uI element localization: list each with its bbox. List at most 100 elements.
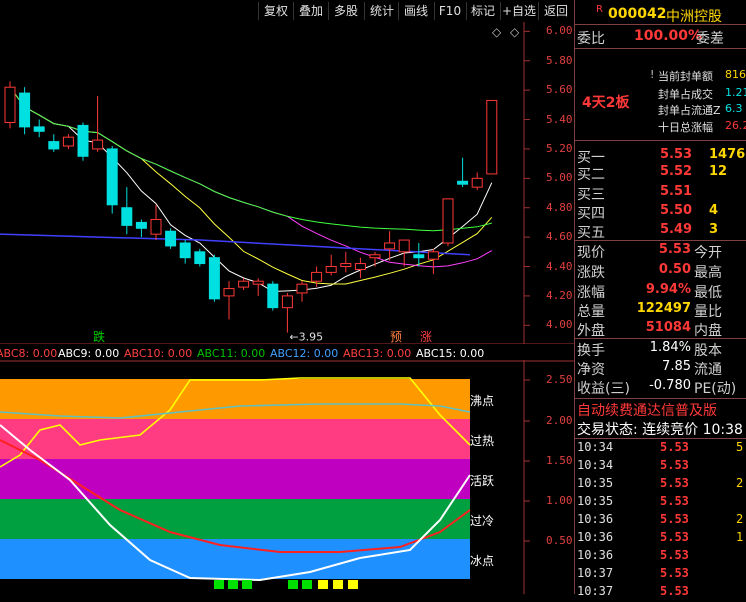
zone-label-2: 活跃 [470, 474, 494, 488]
candle-body [92, 139, 104, 150]
tick-time: 10:34 [577, 458, 614, 472]
candle-body [398, 239, 410, 253]
order-vol: 4 [709, 203, 719, 218]
tick-time: 10:37 [577, 584, 614, 598]
signal-square [242, 580, 252, 589]
candle-body [77, 124, 89, 157]
quote2-label2: PE(动) [694, 381, 737, 397]
quote2-label: 收益(三) [577, 381, 630, 397]
order-price: 5.51 [660, 184, 693, 199]
toolbar-btn-8[interactable]: 返回 [538, 2, 573, 20]
price-tick: 4.60 [546, 230, 573, 244]
zone-label-1: 过热 [470, 434, 494, 448]
tick-price: 5.53 [660, 548, 689, 562]
ind-axis-tick: 1.00 [546, 494, 573, 507]
divider [574, 48, 746, 49]
quote-value: 5.53 [658, 242, 691, 257]
legend-item-0: ABC8: 0.00 [0, 347, 58, 360]
price-tick: 6.00 [546, 24, 573, 38]
weibi-value: 100.00% [634, 28, 703, 44]
order-row[interactable]: 买一5.5314763 [574, 147, 746, 166]
tick-price: 5.53 [660, 494, 689, 508]
order-row[interactable]: 买四 5.50 4 [574, 203, 746, 222]
quote-label: 涨跌 [577, 265, 605, 281]
divider [574, 338, 746, 339]
candle-body [4, 86, 16, 123]
tick-row: 10:37 5.53 [574, 584, 746, 602]
stock-title: R 000042 中洲控股 [574, 4, 746, 25]
ind-axis-tick: 2.50 [546, 373, 573, 386]
tick-time: 10:36 [577, 512, 614, 526]
price-tick: 5.40 [546, 112, 573, 126]
quote-row: 涨跌 0.50 最高 [574, 262, 746, 281]
ind-axis-tick: 2.00 [546, 414, 573, 427]
quote-label2: 量比 [694, 304, 722, 320]
signal-1: 预 [390, 330, 403, 344]
stock-name: 中洲控股 [666, 9, 722, 25]
toolbar-btn-2[interactable]: 多股 [328, 2, 363, 20]
legend-item-1: ABC9: 0.00 [58, 347, 120, 360]
candle-body [223, 288, 235, 297]
quote-label2: 今开 [694, 245, 722, 261]
legend-item-5: ABC13: 0.00 [343, 347, 412, 360]
indicator-chart[interactable]: 沸点过热活跃过冷冰点 [0, 360, 574, 594]
quote2-label: 换手 [577, 343, 605, 359]
price-tick: 4.40 [546, 259, 573, 273]
candle-body [340, 263, 352, 268]
toolbar-btn-4[interactable]: 画线 [398, 2, 433, 20]
price-tick: 4.80 [546, 200, 573, 214]
candle-body [325, 266, 337, 273]
candle-body [179, 242, 191, 259]
price-tick: 5.00 [546, 171, 573, 185]
zone-band-1 [0, 419, 470, 459]
seal-value-1: 1.21 [725, 86, 746, 99]
signal-square [214, 580, 224, 589]
candle-body [471, 177, 483, 188]
signal-square [348, 580, 358, 589]
toolbar-btn-6[interactable]: 标记 [466, 2, 499, 20]
quote-label2: 最低 [694, 285, 722, 301]
legend-item-2: ABC10: 0.00 [124, 347, 193, 360]
signal-square [228, 580, 238, 589]
stock-code-prefix: R [596, 4, 603, 15]
order-label: 买五 [577, 225, 605, 241]
quote-row: 现价 5.53 今开 [574, 242, 746, 261]
quote-value: 0.50 [658, 262, 691, 277]
toolbar-btn-5[interactable]: F10 [434, 2, 465, 20]
price-tick: 4.00 [546, 318, 573, 332]
toolbar-btn-0[interactable]: 复权 [258, 2, 293, 20]
quote-label2: 内盘 [694, 323, 722, 339]
seal-value-2: 6.3 [725, 102, 743, 115]
seal-mark: ! [650, 68, 655, 81]
quote-label: 涨幅 [577, 285, 605, 301]
toolbar-btn-1[interactable]: 叠加 [293, 2, 328, 20]
tick-row: 10:35 5.53 2 [574, 476, 746, 494]
zone-label-3: 过冷 [470, 514, 494, 528]
order-row[interactable]: 买五 5.49 3 [574, 222, 746, 241]
tick-time: 10:35 [577, 494, 614, 508]
weibi-row: 委比 100.00% 委差 [574, 27, 746, 47]
order-label: 买二 [577, 167, 605, 183]
tick-time: 10:35 [577, 476, 614, 490]
order-row[interactable]: 买二 5.52 12 [574, 164, 746, 183]
tick-row: 10:36 5.53 1 [574, 530, 746, 548]
quote2-label2: 股本 [694, 343, 722, 359]
ind-axis-tick: 0.50 [546, 534, 573, 547]
divider [574, 0, 575, 594]
price-tick: 5.80 [546, 53, 573, 67]
tick-time: 10:34 [577, 440, 614, 454]
price-tick: 4.20 [546, 288, 573, 302]
quote2-row: 净资 7.85 流通 [574, 359, 746, 378]
low-marker: ←3.95 [289, 331, 323, 344]
main-kline-chart[interactable]: ←3.95 ◇ ◇ [0, 22, 574, 344]
candle-body [354, 263, 366, 270]
toolbar-btn-7[interactable]: +自选 [500, 2, 537, 20]
order-label: 买四 [577, 206, 605, 222]
quote2-label: 净资 [577, 362, 605, 378]
candle-body [311, 271, 323, 282]
toolbar-btn-3[interactable]: 统计 [364, 2, 399, 20]
signal-square [288, 580, 298, 589]
zone-label-4: 冰点 [470, 554, 494, 568]
notice-banner[interactable]: 自动续费通达信普及版 [577, 400, 746, 419]
order-row[interactable]: 买三 5.51 [574, 184, 746, 203]
